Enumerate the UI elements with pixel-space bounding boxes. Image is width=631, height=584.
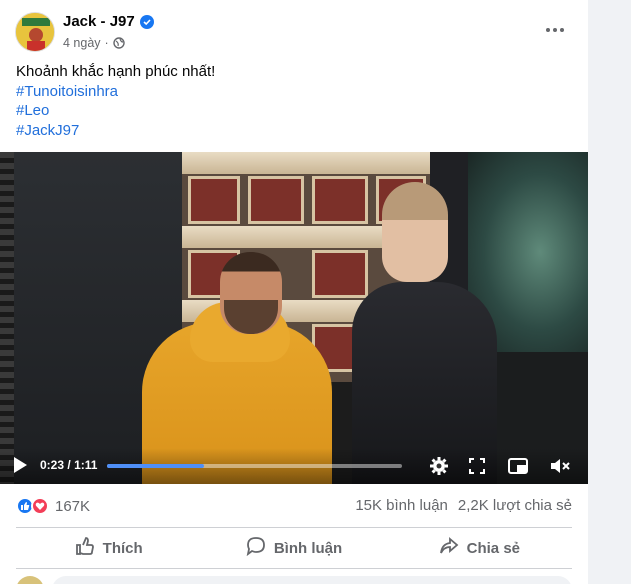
video-time: 0:23 / 1:11 — [40, 458, 98, 472]
post-meta: 4 ngày · — [63, 36, 125, 50]
fullscreen-icon[interactable] — [466, 455, 488, 477]
author-name-row: Jack - J97 — [63, 13, 154, 30]
share-label: Chia sẻ — [466, 539, 520, 557]
like-button[interactable]: Thích — [16, 530, 201, 566]
reaction-count: 167K — [55, 497, 91, 515]
author-name[interactable]: Jack - J97 — [63, 13, 135, 30]
settings-gear-icon[interactable] — [428, 455, 450, 477]
video-player[interactable]: 0:23 / 1:11 — [0, 152, 588, 484]
video-progress-bar[interactable] — [107, 464, 402, 468]
share-button[interactable]: Chia sẻ — [387, 530, 572, 566]
thumbs-up-icon — [75, 536, 95, 560]
video-controls: 0:23 / 1:11 — [0, 448, 588, 484]
page-background — [588, 0, 631, 584]
duration: 1:11 — [74, 458, 98, 472]
share-count[interactable]: 2,2K lượt chia sẻ — [458, 497, 572, 514]
more-options-icon[interactable] — [540, 18, 570, 42]
picture-in-picture-icon[interactable] — [507, 455, 529, 477]
verified-badge-icon — [139, 14, 154, 29]
hashtag-jackj97[interactable]: #JackJ97 — [16, 121, 215, 141]
divider — [16, 527, 572, 528]
post-time[interactable]: 4 ngày — [63, 36, 101, 50]
post-header: Jack - J97 4 ngày · — [0, 0, 588, 60]
video-scene-blinds — [0, 152, 14, 484]
post-actions: Thích Bình luận Chia sẻ — [16, 530, 572, 566]
divider — [16, 568, 572, 569]
post-card: Jack - J97 4 ngày · Khoảnh khắc hạnh phú… — [0, 0, 588, 584]
video-progress-fill — [107, 464, 205, 468]
play-icon[interactable] — [14, 457, 27, 473]
globe-icon — [113, 37, 125, 49]
post-body: Khoảnh khắc hạnh phúc nhất! #Tunoitoisin… — [16, 62, 215, 140]
volume-muted-icon[interactable] — [549, 455, 571, 477]
current-time: 0:23 — [40, 458, 65, 472]
like-label: Thích — [102, 539, 143, 557]
comment-button[interactable]: Bình luận — [201, 530, 386, 566]
comment-count[interactable]: 15K bình luận — [355, 497, 448, 514]
comment-bubble-icon — [246, 536, 266, 560]
reactions-summary[interactable]: 167K — [16, 497, 90, 515]
love-reaction-icon — [31, 497, 49, 515]
post-caption: Khoảnh khắc hạnh phúc nhất! — [16, 63, 216, 80]
video-person-suit — [352, 182, 502, 484]
share-arrow-icon — [439, 536, 459, 560]
hashtag-tunoitoisinhra[interactable]: #Tunoitoisinhra — [16, 82, 215, 102]
comment-input[interactable] — [52, 576, 572, 584]
viewer-avatar[interactable] — [16, 576, 44, 584]
author-avatar[interactable] — [15, 12, 55, 52]
hashtag-leo[interactable]: #Leo — [16, 101, 215, 121]
comment-label: Bình luận — [273, 539, 343, 557]
post-stats: 167K 15K bình luận 2,2K lượt chia sẻ — [0, 484, 588, 528]
